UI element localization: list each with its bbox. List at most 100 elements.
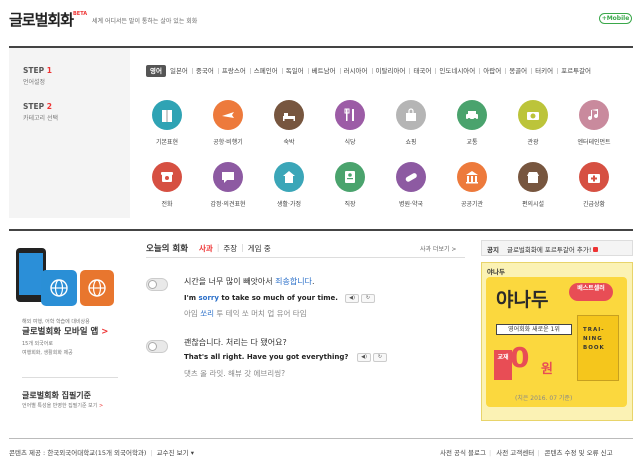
speaker-toggle[interactable] <box>146 278 168 291</box>
training-book-image: TRAI-NING BOOK <box>577 315 619 381</box>
ad-price-zero: 0 <box>510 341 530 374</box>
category-label: 기본표현 <box>155 139 179 146</box>
tab-claim[interactable]: 주장 <box>223 243 237 254</box>
pronunciation: 아임 쏘리 투 테익 쏘 머치 업 유어 타임 <box>184 309 307 318</box>
app-promo-line1: 해외 여행, 어학 학습에 대비상용 <box>22 319 90 325</box>
error-report-link[interactable]: 콘텐츠 수정 및 오류 신고 <box>545 449 613 457</box>
language-tab[interactable]: 몽골어 <box>505 65 531 77</box>
korean-sentence: 괜찮습니다. 처리는 다 됐어요? <box>184 338 287 347</box>
category-label: 감정·의견표현 <box>210 201 246 208</box>
language-tab[interactable]: 영어 <box>146 65 166 77</box>
tab-apology[interactable]: 사과 <box>199 243 213 254</box>
steps-panel: STEP 1 언어설정 STEP 2 카테고리 선택 <box>9 48 130 218</box>
writing-standard-link[interactable]: 언어별 특성을 반영한 집필기준 보기 > <box>22 402 103 409</box>
language-tab[interactable]: 러시아어 <box>339 65 372 77</box>
category-house[interactable]: 생활·가정 <box>259 162 319 208</box>
pronunciation: 댓츠 올 라잇. 해뷰 갓 에브리씽? <box>184 369 286 378</box>
category-label: 편의시설 <box>521 201 545 208</box>
language-tab[interactable]: 프랑스어 <box>217 65 250 77</box>
step-1: STEP 1 언어설정 <box>23 66 52 86</box>
language-tab[interactable]: 중국어 <box>191 65 218 77</box>
toggle-knob <box>148 342 157 351</box>
promo-divider <box>22 377 118 378</box>
repeat-icon[interactable]: ↻ <box>373 353 387 362</box>
ad-title: 야나두 <box>496 289 549 311</box>
camera-icon <box>518 100 548 130</box>
ad-subtitle: 영어회화 새로운 1위 <box>496 324 572 335</box>
category-label: 숙박 <box>283 139 295 146</box>
tab-separator: | <box>216 243 220 252</box>
conversation-title: 오늘의 회화 <box>146 244 189 254</box>
speaker-icon[interactable]: ◀) <box>357 353 371 362</box>
speech-bubble-icon <box>213 162 243 192</box>
tab-in-game[interactable]: 게임 중 <box>248 243 271 254</box>
language-tab[interactable]: 이탈리아어 <box>371 65 410 77</box>
category-book[interactable]: 기본표현 <box>137 100 197 146</box>
utensils-icon <box>335 100 365 130</box>
language-tab[interactable]: 일본어 <box>166 65 192 77</box>
language-tab[interactable]: 포르투갈어 <box>557 65 595 77</box>
bandage-icon <box>396 162 426 192</box>
category-utensils[interactable]: 식당 <box>320 100 380 146</box>
site-logo[interactable]: 글로벌회화 <box>9 9 74 30</box>
category-store[interactable]: 편의시설 <box>503 162 563 208</box>
notice-bar[interactable]: 공지 글로벌회화에 포르투갈어 추가! <box>481 240 633 256</box>
step-1-desc: 언어설정 <box>23 79 46 86</box>
language-tab[interactable]: 인도네시아어 <box>435 65 479 77</box>
korean-sentence: 시간을 너무 많이 빼앗아서 죄송합니다. <box>184 277 315 286</box>
beta-badge: BETA <box>73 11 88 17</box>
category-building[interactable]: 공공기관 <box>442 162 502 208</box>
airplane-icon <box>213 100 243 130</box>
category-shopping-bag[interactable]: 쇼핑 <box>381 100 441 146</box>
chevron-down-icon: ▾ <box>190 449 194 457</box>
language-tab[interactable]: 독일어 <box>281 65 308 77</box>
more-apology-link[interactable]: 사과 더보기 > <box>420 244 456 253</box>
step-2-title: STEP 2 <box>23 102 52 111</box>
globe-app-icon <box>41 270 77 306</box>
language-tab[interactable]: 아랍어 <box>479 65 505 77</box>
repeat-icon[interactable]: ↻ <box>361 294 375 303</box>
customer-center-link[interactable]: 사전 고객센터 <box>496 449 534 457</box>
mobile-app-link[interactable]: 글로벌회화 모바일 앱 > <box>22 325 108 337</box>
toggle-knob <box>148 280 157 289</box>
bestseller-badge: 베스트셀러 <box>569 283 613 301</box>
language-tab[interactable]: 태국어 <box>409 65 435 77</box>
speaker-toggle[interactable] <box>146 340 168 353</box>
step-1-title: STEP 1 <box>23 66 52 75</box>
mobile-button[interactable]: +Mobile <box>599 13 632 24</box>
step-2-desc: 카테고리 선택 <box>23 115 59 122</box>
category-car[interactable]: 교통 <box>442 100 502 146</box>
speaker-icon[interactable]: ◀) <box>345 294 359 303</box>
writing-standard-title[interactable]: 글로벌회화 집필기준 <box>22 390 91 401</box>
category-speech-bubble[interactable]: 감정·의견표현 <box>198 162 258 208</box>
language-tab[interactable]: 베트남어 <box>307 65 340 77</box>
language-tab[interactable]: 스페인어 <box>249 65 282 77</box>
store-icon <box>518 162 548 192</box>
category-label: 병원·약국 <box>399 201 423 208</box>
category-id-card[interactable]: 직장 <box>320 162 380 208</box>
category-label: 직장 <box>344 201 356 208</box>
building-icon <box>457 162 487 192</box>
id-card-icon <box>335 162 365 192</box>
globe-app-icon-orange <box>80 270 114 306</box>
bed-icon <box>274 100 304 130</box>
category-bed[interactable]: 숙박 <box>259 100 319 146</box>
conversation-tabs: 사과 | 주장 | 게임 중 <box>199 243 271 254</box>
category-first-aid[interactable]: 긴급상황 <box>564 162 624 208</box>
conversation-divider <box>146 257 465 258</box>
professor-link[interactable]: 교수진 보기 <box>157 449 189 457</box>
category-phone[interactable]: 전화 <box>137 162 197 208</box>
blog-link[interactable]: 사전 공식 블로그 <box>440 449 486 457</box>
car-icon <box>457 100 487 130</box>
category-music[interactable]: 엔터테인먼트 <box>564 100 624 146</box>
category-label: 공공기관 <box>460 201 484 208</box>
category-airplane[interactable]: 공항·비행기 <box>198 100 258 146</box>
phone-icon <box>152 162 182 192</box>
category-camera[interactable]: 관광 <box>503 100 563 146</box>
shopping-bag-icon <box>396 100 426 130</box>
language-tab[interactable]: 터키어 <box>531 65 557 77</box>
category-bandage[interactable]: 병원·약국 <box>381 162 441 208</box>
section-divider <box>9 229 633 231</box>
first-aid-icon <box>579 162 609 192</box>
content-provider: 콘텐츠 제공 : 한국외국어대학교(15개 외국어학과) | 교수진 보기 ▾ <box>9 449 194 457</box>
